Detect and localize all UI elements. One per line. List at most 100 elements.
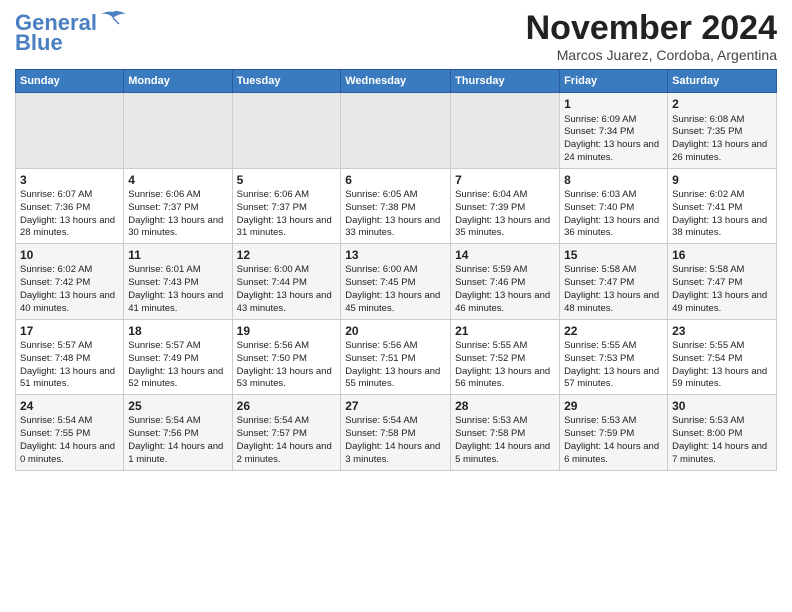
day-info: Sunrise: 6:05 AMSunset: 7:38 PMDaylight:… — [345, 189, 440, 238]
calendar-cell — [451, 93, 560, 168]
day-info: Sunrise: 5:53 AMSunset: 7:59 PMDaylight:… — [564, 415, 659, 464]
page-header: General Blue November 2024 Marcos Juarez… — [15, 10, 777, 63]
day-number: 20 — [345, 323, 446, 339]
calendar-cell: 21Sunrise: 5:55 AMSunset: 7:52 PMDayligh… — [451, 319, 560, 394]
day-info: Sunrise: 5:53 AMSunset: 8:00 PMDaylight:… — [672, 415, 767, 464]
calendar-cell: 28Sunrise: 5:53 AMSunset: 7:58 PMDayligh… — [451, 395, 560, 470]
day-number: 22 — [564, 323, 663, 339]
day-info: Sunrise: 5:58 AMSunset: 7:47 PMDaylight:… — [564, 264, 659, 313]
calendar-cell — [124, 93, 232, 168]
calendar-cell: 3Sunrise: 6:07 AMSunset: 7:36 PMDaylight… — [16, 168, 124, 243]
day-header-tuesday: Tuesday — [232, 70, 341, 93]
calendar-cell: 15Sunrise: 5:58 AMSunset: 7:47 PMDayligh… — [560, 244, 668, 319]
logo-blue: Blue — [15, 30, 63, 56]
day-number: 18 — [128, 323, 227, 339]
day-info: Sunrise: 6:06 AMSunset: 7:37 PMDaylight:… — [128, 189, 223, 238]
day-header-sunday: Sunday — [16, 70, 124, 93]
day-number: 29 — [564, 398, 663, 414]
day-number: 7 — [455, 172, 555, 188]
day-info: Sunrise: 6:00 AMSunset: 7:45 PMDaylight:… — [345, 264, 440, 313]
calendar-cell: 7Sunrise: 6:04 AMSunset: 7:39 PMDaylight… — [451, 168, 560, 243]
calendar-cell: 30Sunrise: 5:53 AMSunset: 8:00 PMDayligh… — [668, 395, 777, 470]
calendar-cell — [232, 93, 341, 168]
calendar-cell: 14Sunrise: 5:59 AMSunset: 7:46 PMDayligh… — [451, 244, 560, 319]
day-info: Sunrise: 5:54 AMSunset: 7:56 PMDaylight:… — [128, 415, 223, 464]
day-header-wednesday: Wednesday — [341, 70, 451, 93]
day-info: Sunrise: 6:03 AMSunset: 7:40 PMDaylight:… — [564, 189, 659, 238]
day-info: Sunrise: 5:55 AMSunset: 7:52 PMDaylight:… — [455, 340, 550, 389]
calendar-cell: 27Sunrise: 5:54 AMSunset: 7:58 PMDayligh… — [341, 395, 451, 470]
day-info: Sunrise: 5:54 AMSunset: 7:57 PMDaylight:… — [237, 415, 332, 464]
calendar-week-2: 3Sunrise: 6:07 AMSunset: 7:36 PMDaylight… — [16, 168, 777, 243]
day-info: Sunrise: 5:56 AMSunset: 7:51 PMDaylight:… — [345, 340, 440, 389]
day-info: Sunrise: 5:55 AMSunset: 7:54 PMDaylight:… — [672, 340, 767, 389]
day-number: 17 — [20, 323, 119, 339]
calendar-cell: 29Sunrise: 5:53 AMSunset: 7:59 PMDayligh… — [560, 395, 668, 470]
day-number: 23 — [672, 323, 772, 339]
calendar-cell: 12Sunrise: 6:00 AMSunset: 7:44 PMDayligh… — [232, 244, 341, 319]
day-info: Sunrise: 5:57 AMSunset: 7:49 PMDaylight:… — [128, 340, 223, 389]
calendar-cell: 2Sunrise: 6:08 AMSunset: 7:35 PMDaylight… — [668, 93, 777, 168]
day-info: Sunrise: 5:56 AMSunset: 7:50 PMDaylight:… — [237, 340, 332, 389]
day-info: Sunrise: 6:02 AMSunset: 7:42 PMDaylight:… — [20, 264, 115, 313]
day-info: Sunrise: 6:09 AMSunset: 7:34 PMDaylight:… — [564, 114, 659, 163]
day-info: Sunrise: 6:06 AMSunset: 7:37 PMDaylight:… — [237, 189, 332, 238]
calendar-week-4: 17Sunrise: 5:57 AMSunset: 7:48 PMDayligh… — [16, 319, 777, 394]
day-header-thursday: Thursday — [451, 70, 560, 93]
day-number: 5 — [237, 172, 337, 188]
day-info: Sunrise: 6:01 AMSunset: 7:43 PMDaylight:… — [128, 264, 223, 313]
month-title: November 2024 — [526, 10, 777, 47]
calendar-week-3: 10Sunrise: 6:02 AMSunset: 7:42 PMDayligh… — [16, 244, 777, 319]
day-number: 30 — [672, 398, 772, 414]
calendar-week-5: 24Sunrise: 5:54 AMSunset: 7:55 PMDayligh… — [16, 395, 777, 470]
day-number: 13 — [345, 247, 446, 263]
calendar-cell: 1Sunrise: 6:09 AMSunset: 7:34 PMDaylight… — [560, 93, 668, 168]
day-number: 3 — [20, 172, 119, 188]
day-number: 12 — [237, 247, 337, 263]
calendar: SundayMondayTuesdayWednesdayThursdayFrid… — [15, 69, 777, 470]
calendar-cell: 10Sunrise: 6:02 AMSunset: 7:42 PMDayligh… — [16, 244, 124, 319]
calendar-cell: 23Sunrise: 5:55 AMSunset: 7:54 PMDayligh… — [668, 319, 777, 394]
calendar-week-1: 1Sunrise: 6:09 AMSunset: 7:34 PMDaylight… — [16, 93, 777, 168]
calendar-cell: 25Sunrise: 5:54 AMSunset: 7:56 PMDayligh… — [124, 395, 232, 470]
day-info: Sunrise: 5:55 AMSunset: 7:53 PMDaylight:… — [564, 340, 659, 389]
calendar-cell: 6Sunrise: 6:05 AMSunset: 7:38 PMDaylight… — [341, 168, 451, 243]
day-number: 25 — [128, 398, 227, 414]
day-number: 11 — [128, 247, 227, 263]
day-number: 21 — [455, 323, 555, 339]
calendar-header: SundayMondayTuesdayWednesdayThursdayFrid… — [16, 70, 777, 93]
day-number: 24 — [20, 398, 119, 414]
day-info: Sunrise: 5:58 AMSunset: 7:47 PMDaylight:… — [672, 264, 767, 313]
day-info: Sunrise: 6:04 AMSunset: 7:39 PMDaylight:… — [455, 189, 550, 238]
day-number: 4 — [128, 172, 227, 188]
calendar-cell — [16, 93, 124, 168]
day-number: 8 — [564, 172, 663, 188]
day-info: Sunrise: 5:57 AMSunset: 7:48 PMDaylight:… — [20, 340, 115, 389]
calendar-cell: 26Sunrise: 5:54 AMSunset: 7:57 PMDayligh… — [232, 395, 341, 470]
day-info: Sunrise: 5:53 AMSunset: 7:58 PMDaylight:… — [455, 415, 550, 464]
day-number: 26 — [237, 398, 337, 414]
calendar-cell: 18Sunrise: 5:57 AMSunset: 7:49 PMDayligh… — [124, 319, 232, 394]
calendar-cell: 5Sunrise: 6:06 AMSunset: 7:37 PMDaylight… — [232, 168, 341, 243]
title-area: November 2024 Marcos Juarez, Cordoba, Ar… — [526, 10, 777, 63]
day-header-monday: Monday — [124, 70, 232, 93]
day-header-saturday: Saturday — [668, 70, 777, 93]
day-number: 6 — [345, 172, 446, 188]
calendar-cell: 20Sunrise: 5:56 AMSunset: 7:51 PMDayligh… — [341, 319, 451, 394]
day-number: 28 — [455, 398, 555, 414]
day-number: 19 — [237, 323, 337, 339]
calendar-cell — [341, 93, 451, 168]
calendar-cell: 19Sunrise: 5:56 AMSunset: 7:50 PMDayligh… — [232, 319, 341, 394]
calendar-cell: 13Sunrise: 6:00 AMSunset: 7:45 PMDayligh… — [341, 244, 451, 319]
day-number: 2 — [672, 96, 772, 112]
logo: General Blue — [15, 10, 127, 56]
calendar-cell: 11Sunrise: 6:01 AMSunset: 7:43 PMDayligh… — [124, 244, 232, 319]
day-number: 15 — [564, 247, 663, 263]
day-number: 14 — [455, 247, 555, 263]
calendar-cell: 24Sunrise: 5:54 AMSunset: 7:55 PMDayligh… — [16, 395, 124, 470]
calendar-cell: 8Sunrise: 6:03 AMSunset: 7:40 PMDaylight… — [560, 168, 668, 243]
day-number: 10 — [20, 247, 119, 263]
calendar-cell: 9Sunrise: 6:02 AMSunset: 7:41 PMDaylight… — [668, 168, 777, 243]
logo-bird-icon — [99, 10, 127, 30]
calendar-cell: 16Sunrise: 5:58 AMSunset: 7:47 PMDayligh… — [668, 244, 777, 319]
